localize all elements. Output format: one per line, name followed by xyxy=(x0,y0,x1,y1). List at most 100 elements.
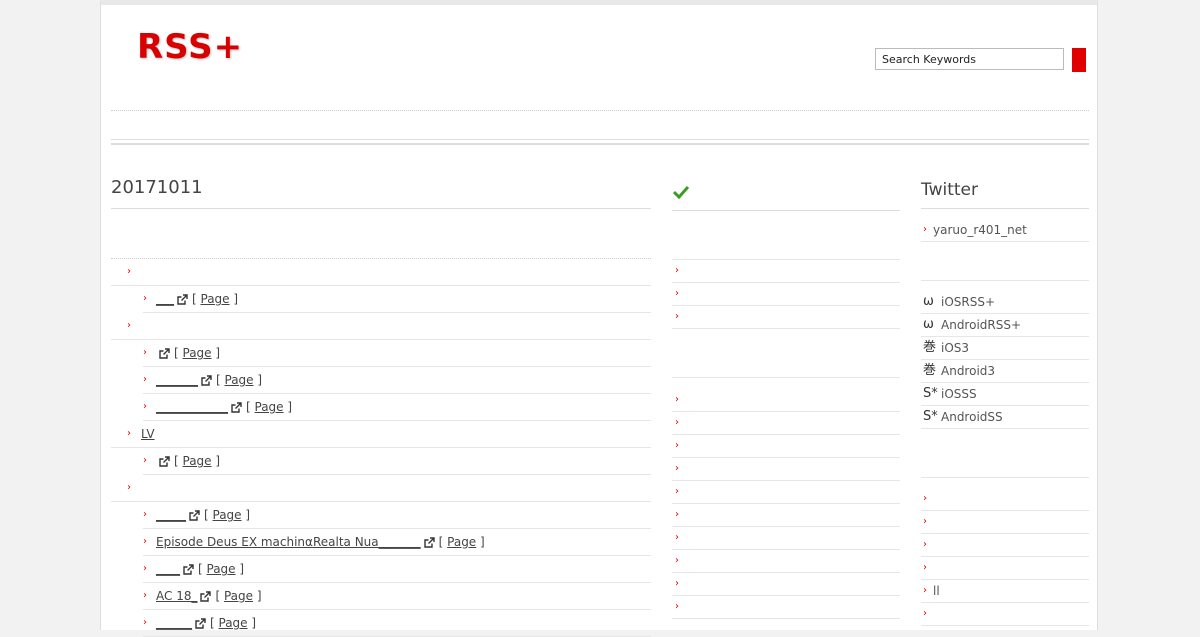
chevron-right-icon: › xyxy=(923,493,927,504)
list-item[interactable]: › xyxy=(672,596,900,619)
list-item[interactable]: › xyxy=(672,306,900,329)
external-link-icon xyxy=(189,510,200,521)
side-list-item[interactable]: › xyxy=(921,603,1089,626)
app-link[interactable]: S* AndroidSS xyxy=(921,406,1089,429)
article-row: › [ Page ] xyxy=(143,340,651,367)
article-row: › ____________ [ Page ] xyxy=(143,394,651,421)
bracket-open: [ xyxy=(438,535,448,549)
side-list-item[interactable]: › ll xyxy=(921,580,1089,603)
article-link[interactable]: AC 18_ xyxy=(156,589,197,603)
article-link[interactable]: ____ xyxy=(156,562,180,576)
list-item[interactable]: › xyxy=(672,573,900,596)
chevron-right-icon: › xyxy=(675,555,679,566)
search-input[interactable] xyxy=(875,48,1064,70)
chevron-right-icon: › xyxy=(675,578,679,589)
search-button[interactable] xyxy=(1072,48,1086,72)
chevron-right-icon: › xyxy=(143,401,147,412)
page-link[interactable]: Page xyxy=(183,346,212,360)
bracket-close: ] xyxy=(253,589,262,603)
list-item[interactable]: › xyxy=(672,550,900,573)
list-item[interactable]: › xyxy=(672,283,900,306)
page-link[interactable]: Page xyxy=(225,373,254,387)
category-row: › xyxy=(111,313,651,340)
app-link[interactable]: 巻 iOS3 xyxy=(921,337,1089,360)
chevron-right-icon: › xyxy=(143,293,147,304)
mid-spacer xyxy=(672,378,900,389)
chevron-right-icon: › xyxy=(143,509,147,520)
side-list-item[interactable]: › xyxy=(921,557,1089,580)
scroll-kanji-icon: 巻 xyxy=(923,363,937,378)
chevron-right-icon: › xyxy=(675,509,679,520)
chevron-right-icon: › xyxy=(143,617,147,628)
chevron-right-icon: › xyxy=(675,463,679,474)
bracket-close: ] xyxy=(211,346,221,360)
page-link[interactable]: Page xyxy=(255,400,284,414)
site-logo[interactable]: RSS+ xyxy=(137,27,243,67)
chevron-right-icon: › xyxy=(675,394,679,405)
side-list-item[interactable]: › xyxy=(921,534,1089,557)
page-link[interactable]: Page xyxy=(447,535,476,549)
title-spacer xyxy=(111,209,651,259)
chevron-right-icon: › xyxy=(923,539,927,550)
external-link-icon xyxy=(177,294,188,305)
bracket-open: [ xyxy=(215,589,224,603)
article-row: › _______ [ Page ] xyxy=(143,367,651,394)
twitter-account-link[interactable]: › yaruo_r401_net xyxy=(921,219,1089,242)
app-link[interactable]: ω AndroidRSS+ xyxy=(921,314,1089,337)
app-label: iOSSS xyxy=(941,387,977,401)
page-link[interactable]: Page xyxy=(201,292,230,306)
list-item[interactable]: › xyxy=(672,504,900,527)
app-link[interactable]: 巻 Android3 xyxy=(921,360,1089,383)
app-link[interactable]: S* iOSSS xyxy=(921,383,1089,406)
external-link-icon xyxy=(200,591,212,602)
category-link[interactable]: LV xyxy=(141,427,155,441)
external-link-icon xyxy=(159,456,170,467)
mid-list-1: › › › xyxy=(672,260,900,329)
side-list-item[interactable]: › xyxy=(921,488,1089,511)
list-item[interactable]: › xyxy=(672,481,900,504)
twitter-account-label: yaruo_r401_net xyxy=(933,223,1027,237)
article-link[interactable]: _______ xyxy=(156,373,198,387)
article-link[interactable]: Episode Deus EX machinαRealta Nua_______ xyxy=(156,535,421,549)
chevron-right-icon: › xyxy=(675,265,679,276)
article-link[interactable]: _____ xyxy=(156,508,186,522)
bracket-close: ] xyxy=(229,292,239,306)
list-item[interactable]: › xyxy=(672,435,900,458)
app-link[interactable]: ω iOSRSS+ xyxy=(921,291,1089,314)
bracket-open: [ xyxy=(174,454,183,468)
article-link[interactable]: ____________ xyxy=(156,400,228,414)
side-list: › › › › › ll › xyxy=(921,488,1089,626)
bracket-close: ] xyxy=(253,373,263,387)
category-row: › xyxy=(111,475,651,502)
list-item[interactable]: › xyxy=(672,458,900,481)
page-container: RSS+ 20171011 › › ___ [ Page ] › › [ Page ] › __… xyxy=(100,0,1098,637)
page-link[interactable]: Page xyxy=(213,508,242,522)
side-list-item[interactable]: › xyxy=(921,511,1089,534)
list-item[interactable]: › xyxy=(672,412,900,435)
bracket-open: [ xyxy=(198,562,207,576)
bracket-open: [ xyxy=(192,292,201,306)
chevron-right-icon: › xyxy=(143,563,147,574)
twitter-title: Twitter xyxy=(921,180,1089,209)
chevron-right-icon: › xyxy=(675,486,679,497)
article-link[interactable]: ___ xyxy=(156,292,174,306)
side-spacer xyxy=(921,242,1089,281)
bracket-close: ] xyxy=(476,535,485,549)
list-item[interactable]: › xyxy=(672,260,900,283)
page-link[interactable]: Page xyxy=(224,589,253,603)
page-link[interactable]: Page xyxy=(219,616,248,630)
page-link[interactable]: Page xyxy=(207,562,236,576)
list-item[interactable]: › xyxy=(672,389,900,412)
bracket-close: ] xyxy=(247,616,257,630)
article-link[interactable]: ______ xyxy=(156,616,192,630)
chevron-right-icon: › xyxy=(143,374,147,385)
page-link[interactable]: Page xyxy=(183,454,212,468)
chevron-right-icon: › xyxy=(143,455,147,466)
chevron-right-icon: › xyxy=(675,288,679,299)
list-item[interactable]: › xyxy=(672,527,900,550)
middle-column: › › › › › › › › › › › › › xyxy=(672,180,900,619)
app-label: iOS3 xyxy=(941,341,970,355)
external-link-icon xyxy=(183,564,194,575)
sidebar: Twitter › yaruo_r401_net ω iOSRSS+ ω Androi… xyxy=(921,180,1089,626)
external-link-icon xyxy=(195,618,206,629)
